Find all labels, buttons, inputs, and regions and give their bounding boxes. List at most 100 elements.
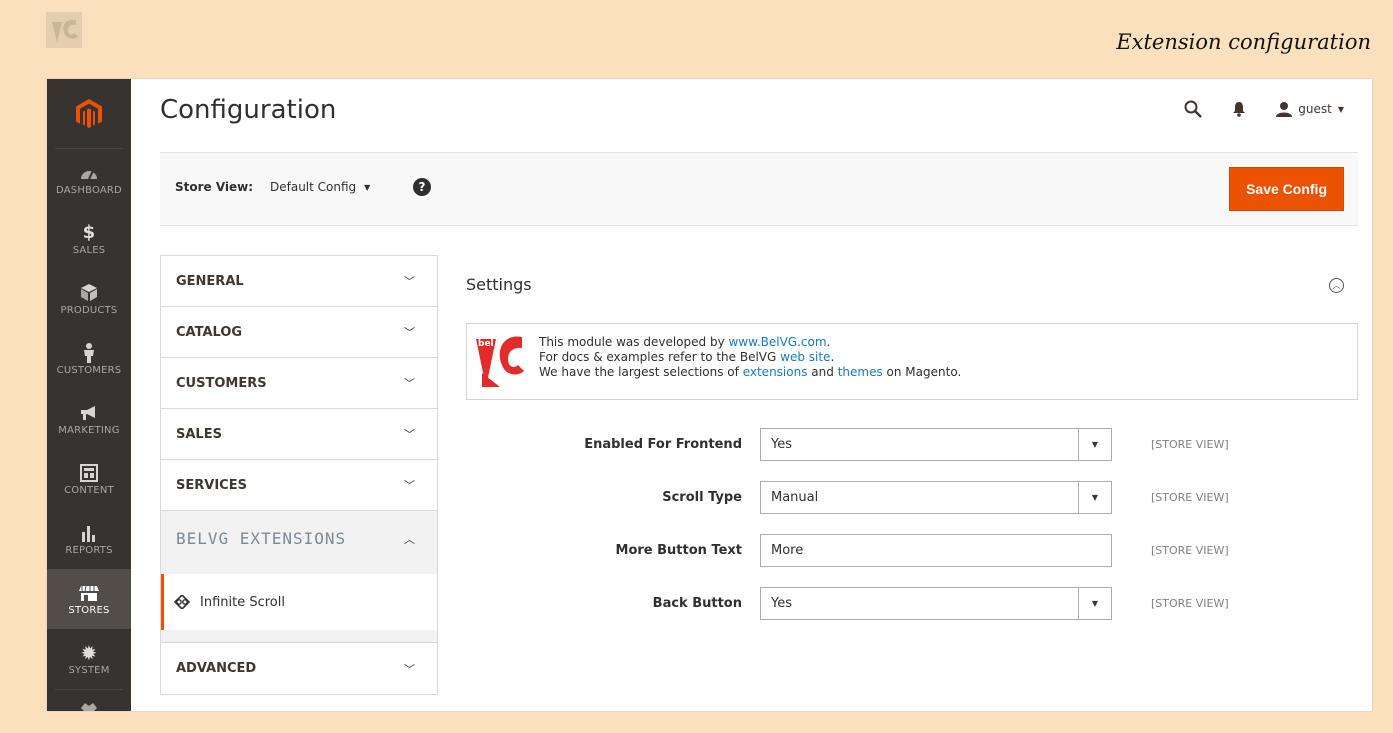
bell-icon[interactable] xyxy=(1232,101,1246,117)
layout-icon xyxy=(80,463,98,483)
svg-text:bel: bel xyxy=(478,339,494,349)
info-text-part: . xyxy=(830,350,835,364)
select-arrow-icon: ▼ xyxy=(1078,482,1111,513)
field-label: Scroll Type xyxy=(662,490,742,505)
dollar-icon: $ xyxy=(82,222,96,243)
tab-label: SERVICES xyxy=(176,477,247,493)
store-icon xyxy=(79,583,99,603)
nav-dashboard[interactable]: DASHBOARD xyxy=(47,149,131,209)
chevron-down-icon: ▼ xyxy=(1337,104,1344,114)
field-enabled-for-frontend: Enabled For Frontend Yes ▼ [STORE VIEW] xyxy=(466,428,1366,462)
nav-sales-label: SALES xyxy=(72,244,106,256)
nav-system-label: SYSTEM xyxy=(68,664,110,676)
scope-label: [STORE VIEW] xyxy=(1151,491,1229,504)
partners-icon xyxy=(80,696,98,711)
nav-stores-label: STORES xyxy=(68,604,110,616)
admin-sidebar: DASHBOARD $ SALES PRODUCTS CUSTOMERS MAR… xyxy=(47,79,131,711)
nav-marketing[interactable]: MARKETING xyxy=(47,389,131,449)
info-text-part: on Magento. xyxy=(882,365,962,379)
gear-icon: ✹ xyxy=(80,640,98,665)
scroll-type-select[interactable]: Manual ▼ xyxy=(760,481,1112,514)
user-name: guest xyxy=(1298,102,1332,116)
themes-link[interactable]: themes xyxy=(838,365,883,379)
bar-chart-icon xyxy=(80,523,98,543)
extensions-link[interactable]: extensions xyxy=(743,365,808,379)
chevron-down-icon: ﹀ xyxy=(404,275,415,288)
info-text-part: . xyxy=(826,335,831,349)
select-value: Yes xyxy=(771,596,792,611)
collapse-icon[interactable]: ︿ xyxy=(1329,278,1344,293)
enabled-frontend-select[interactable]: Yes ▼ xyxy=(760,428,1112,461)
tab-label: CATALOG xyxy=(176,324,243,340)
chevron-down-icon: ﹀ xyxy=(404,479,415,492)
info-text-part: and xyxy=(807,365,838,379)
magento-logo-icon xyxy=(76,98,102,128)
store-view-label: Store View: xyxy=(175,180,254,194)
back-button-select[interactable]: Yes ▼ xyxy=(760,587,1112,620)
chevron-up-icon: ︿ xyxy=(404,532,415,546)
info-text-part: This module was developed by xyxy=(539,335,729,349)
tab-services[interactable]: SERVICES ﹀ xyxy=(161,460,437,511)
person-icon xyxy=(83,342,95,363)
help-icon[interactable]: ? xyxy=(413,178,431,196)
scope-label: [STORE VIEW] xyxy=(1151,597,1229,610)
nav-products-label: PRODUCTS xyxy=(60,304,118,316)
user-icon xyxy=(1276,101,1293,117)
chevron-down-icon: ﹀ xyxy=(404,428,415,441)
nav-customers[interactable]: CUSTOMERS xyxy=(47,329,131,389)
tab-label: SALES xyxy=(176,426,222,442)
nav-reports[interactable]: REPORTS xyxy=(47,509,131,569)
search-icon[interactable] xyxy=(1184,100,1203,118)
page-caption: Extension configuration xyxy=(1116,30,1371,54)
main-content: Configuration guest ▼ Store View: Defaul… xyxy=(131,79,1372,711)
subtab-label: Infinite Scroll xyxy=(200,594,285,610)
tab-advanced[interactable]: ADVANCED ﹀ xyxy=(161,643,437,694)
field-label: Enabled For Frontend xyxy=(584,437,742,452)
tab-label: BELVG EXTENSIONS xyxy=(176,529,347,548)
tab-catalog[interactable]: CATALOG ﹀ xyxy=(161,307,437,358)
tab-customers[interactable]: CUSTOMERS ﹀ xyxy=(161,358,437,409)
dashboard-icon xyxy=(80,163,98,183)
info-line-2: For docs & examples refer to the BelVG w… xyxy=(539,350,961,365)
nav-system[interactable]: ✹ SYSTEM xyxy=(47,629,131,689)
chevron-down-icon: ﹀ xyxy=(404,377,415,390)
subtab-area: Infinite Scroll xyxy=(161,566,437,643)
nav-stores[interactable]: STORES xyxy=(47,569,131,629)
tab-belvg-extensions[interactable]: BELVG EXTENSIONS ︿ xyxy=(161,511,437,566)
nav-reports-label: REPORTS xyxy=(65,544,113,556)
select-arrow-icon: ▼ xyxy=(1078,429,1111,460)
scope-label: [STORE VIEW] xyxy=(1151,544,1229,557)
input-value: More xyxy=(771,543,804,558)
chevron-down-icon: ▼ xyxy=(364,182,371,192)
more-button-text-input[interactable]: More xyxy=(760,534,1112,567)
settings-section-title[interactable]: Settings xyxy=(466,275,532,294)
info-text-part: We have the largest selections of xyxy=(539,365,743,379)
subtab-infinite-scroll[interactable]: Infinite Scroll xyxy=(161,574,437,630)
belvg-logo-icon: bel xyxy=(476,336,524,387)
cube-icon xyxy=(81,283,97,303)
nav-sales[interactable]: $ SALES xyxy=(47,209,131,269)
web-site-link[interactable]: web site xyxy=(780,350,830,364)
chevron-down-icon: ﹀ xyxy=(404,662,415,676)
tab-label: ADVANCED xyxy=(176,661,257,676)
scope-label: [STORE VIEW] xyxy=(1151,438,1229,451)
nav-partners[interactable] xyxy=(47,690,131,711)
nav-dashboard-label: DASHBOARD xyxy=(56,184,122,196)
save-config-button[interactable]: Save Config xyxy=(1229,167,1344,211)
nav-content-label: CONTENT xyxy=(64,484,114,496)
magento-logo[interactable] xyxy=(55,79,123,149)
page-actions-bar: Store View: Default Config ▼ ? Save Conf… xyxy=(160,152,1358,226)
field-label: Back Button xyxy=(652,596,742,611)
info-line-3: We have the largest selections of extens… xyxy=(539,365,961,380)
megaphone-icon xyxy=(79,403,99,423)
tab-label: CUSTOMERS xyxy=(176,375,267,391)
field-scroll-type: Scroll Type Manual ▼ [STORE VIEW] xyxy=(466,481,1366,515)
tab-sales[interactable]: SALES ﹀ xyxy=(161,409,437,460)
config-tabs: GENERAL ﹀ CATALOG ﹀ CUSTOMERS ﹀ SALES ﹀ … xyxy=(160,255,438,695)
user-menu[interactable]: guest ▼ xyxy=(1276,101,1344,117)
store-view-switcher[interactable]: Default Config ▼ xyxy=(270,180,370,194)
tab-general[interactable]: GENERAL ﹀ xyxy=(161,256,437,307)
nav-content[interactable]: CONTENT xyxy=(47,449,131,509)
belvg-site-link[interactable]: www.BelVG.com xyxy=(728,335,826,349)
nav-products[interactable]: PRODUCTS xyxy=(47,269,131,329)
